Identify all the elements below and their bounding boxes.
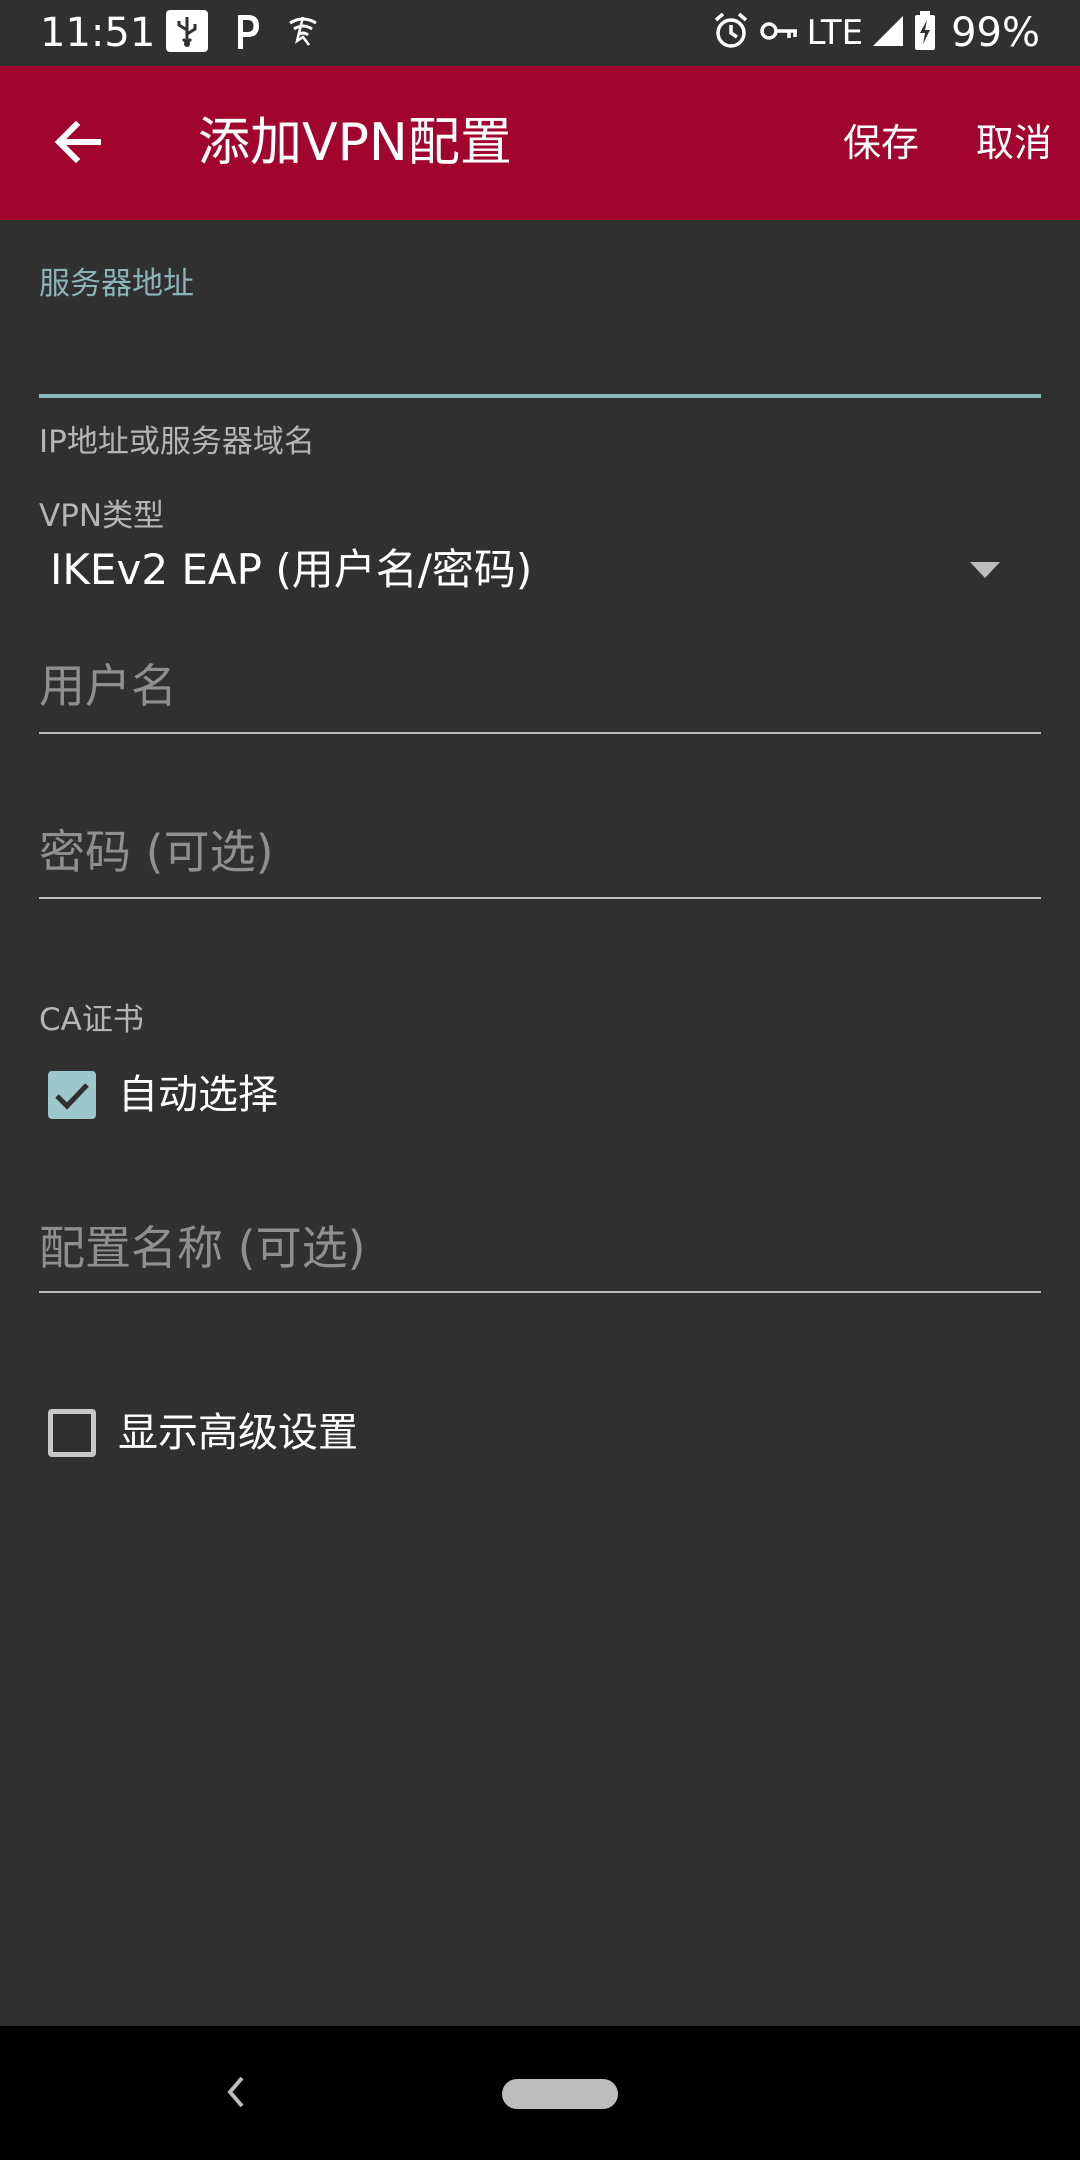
back-button[interactable]	[46, 110, 110, 174]
signal-icon	[871, 14, 905, 52]
password-underline	[39, 897, 1041, 899]
status-system-icons: LTE 99%	[711, 8, 1040, 58]
server-address-helper: IP地址或服务器域名	[39, 424, 315, 460]
username-placeholder: 用户名	[39, 659, 177, 713]
advanced-settings-checkbox[interactable]	[48, 1409, 96, 1457]
alarm-icon	[711, 11, 751, 55]
navigation-bar	[0, 2026, 1080, 2160]
battery-charging-icon	[913, 11, 937, 55]
vpn-key-icon	[759, 16, 799, 50]
chevron-left-icon	[227, 2076, 244, 2108]
username-underline	[39, 732, 1041, 734]
usb-icon	[166, 10, 208, 56]
auto-select-label: 自动选择	[118, 1072, 278, 1118]
server-address-label: 服务器地址	[39, 266, 194, 302]
wifi-assist-icon	[286, 13, 320, 53]
checkmark-icon	[55, 1083, 89, 1110]
server-address-input[interactable]	[39, 310, 1041, 394]
password-placeholder: 密码 (可选)	[39, 825, 274, 879]
p-app-icon	[232, 11, 262, 55]
vpn-type-value: IKEv2 EAP (用户名/密码)	[50, 545, 533, 594]
status-time: 11:51	[40, 10, 156, 56]
status-bar: 11:51 LTE 99%	[0, 0, 1080, 66]
profile-name-placeholder: 配置名称 (可选)	[39, 1221, 366, 1275]
battery-percent: 99%	[951, 10, 1040, 56]
nav-home-pill[interactable]	[502, 2079, 618, 2109]
app-toolbar: 添加VPN配置 保存 取消	[0, 66, 1080, 220]
username-field[interactable]: 用户名	[39, 650, 1041, 732]
save-button[interactable]: 保存	[843, 116, 919, 170]
advanced-settings-label: 显示高级设置	[118, 1410, 358, 1456]
network-type-label: LTE	[806, 13, 864, 53]
auto-select-checkbox[interactable]	[48, 1071, 96, 1119]
password-field[interactable]: 密码 (可选)	[39, 816, 1041, 898]
cancel-button[interactable]: 取消	[976, 116, 1052, 170]
profile-name-field[interactable]: 配置名称 (可选)	[39, 1210, 1041, 1292]
dropdown-arrow-icon	[970, 562, 1000, 578]
status-notification-icons	[166, 10, 320, 56]
nav-back-button[interactable]	[222, 2072, 250, 2112]
server-address-underline	[39, 394, 1041, 398]
page-title: 添加VPN配置	[198, 113, 512, 173]
profile-name-underline	[39, 1291, 1041, 1293]
vpn-profile-screen: 11:51 LTE 99% 添加VPN配置 保存 取消 服务器地址 IP地址或服…	[0, 0, 1080, 2160]
arrow-back-icon	[54, 120, 101, 164]
ca-cert-label: CA证书	[39, 1002, 144, 1038]
